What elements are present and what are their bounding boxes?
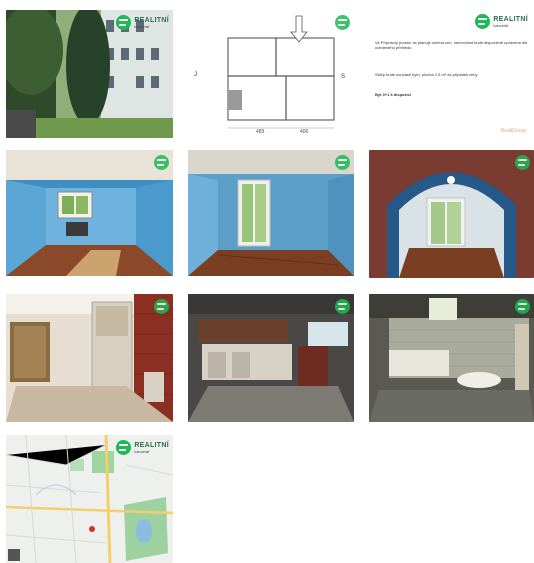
brand-logo bbox=[335, 299, 350, 314]
document-line-3: Byt 3+1 k dispozici bbox=[375, 92, 411, 97]
gallery-thumb-balcony-door-room[interactable] bbox=[188, 150, 354, 276]
realitni-logo-icon bbox=[335, 155, 350, 170]
photo-gallery: REALITNÍ kancelář 489 406 J S REALITNÍ k… bbox=[0, 0, 534, 563]
brand-subtitle: kancelář bbox=[493, 22, 509, 28]
svg-text:489: 489 bbox=[256, 129, 265, 135]
brand-name: REALITNÍ bbox=[134, 16, 169, 24]
gallery-thumb-archway-room[interactable] bbox=[369, 150, 534, 278]
realitni-logo-icon bbox=[154, 299, 169, 314]
realitni-logo-icon bbox=[475, 14, 491, 29]
realitni-logo-icon bbox=[116, 15, 132, 30]
gallery-thumb-hallway[interactable] bbox=[6, 294, 173, 422]
gallery-thumb-floor-plan[interactable]: 489 406 J S bbox=[188, 10, 354, 138]
gallery-thumb-location-map[interactable]: REALITNÍ kancelář bbox=[6, 435, 173, 563]
document-watermark: RealiGroup bbox=[500, 128, 526, 134]
brand-logo bbox=[154, 299, 169, 314]
brand-logo bbox=[154, 155, 169, 170]
realitni-logo-icon bbox=[154, 155, 169, 170]
realitni-logo-icon bbox=[515, 155, 530, 170]
gallery-thumb-building-exterior[interactable]: REALITNÍ kancelář bbox=[6, 10, 173, 138]
gallery-thumb-blue-room[interactable] bbox=[6, 150, 173, 276]
brand-name: REALITNÍ bbox=[493, 15, 528, 23]
realitni-logo-icon bbox=[335, 15, 350, 30]
floorplan-east-label: S bbox=[341, 74, 346, 80]
brand-logo: REALITNÍ kancelář bbox=[116, 440, 169, 455]
brand-subtitle: kancelář bbox=[134, 448, 150, 454]
brand-logo bbox=[515, 299, 530, 314]
brand-logo: REALITNÍ kancelář bbox=[475, 14, 528, 29]
realitni-logo-icon bbox=[116, 440, 132, 455]
brand-logo: REALITNÍ kancelář bbox=[116, 15, 169, 30]
gallery-thumb-kitchen[interactable] bbox=[188, 294, 354, 422]
document-line-1: Ve Přípravný prostor se plánuje změna ce… bbox=[375, 40, 528, 50]
document-line-2: Sklep bude součástí bytu, plocha 2,5 m² … bbox=[375, 72, 478, 77]
brand-subtitle: kancelář bbox=[134, 23, 150, 29]
brand-logo bbox=[515, 155, 530, 170]
svg-text:406: 406 bbox=[300, 129, 309, 135]
realitni-logo-icon bbox=[515, 299, 530, 314]
brand-logo bbox=[335, 15, 350, 30]
realitni-logo-icon bbox=[335, 299, 350, 314]
floorplan-west-label: J bbox=[194, 72, 197, 78]
brand-logo bbox=[335, 155, 350, 170]
gallery-thumb-info-document[interactable]: REALITNÍ kancelář Ve Přípravný prostor s… bbox=[369, 10, 534, 138]
brand-name: REALITNÍ bbox=[134, 441, 169, 449]
gallery-thumb-bathroom[interactable] bbox=[369, 294, 534, 422]
